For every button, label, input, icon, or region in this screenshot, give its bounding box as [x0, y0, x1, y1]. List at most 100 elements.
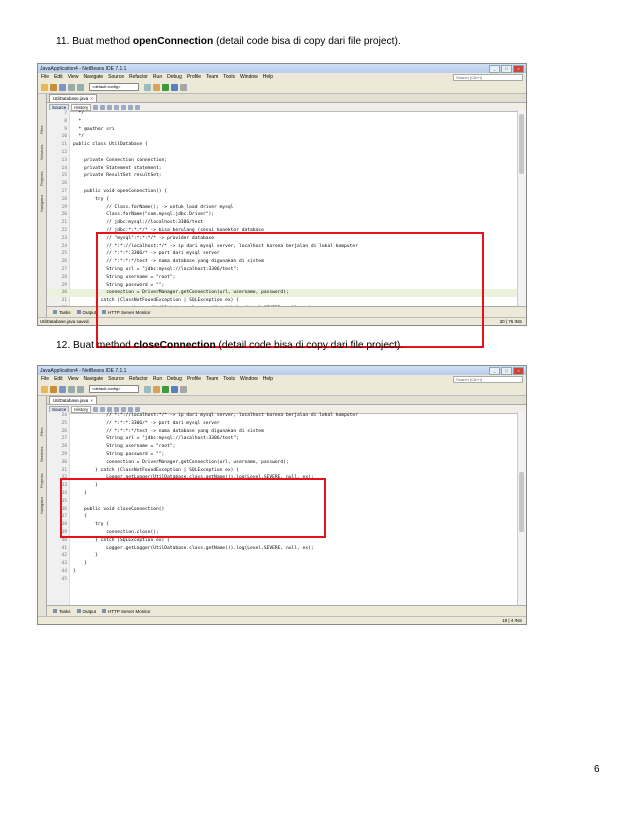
- open-project-icon[interactable]: [50, 385, 57, 393]
- menu-item-view[interactable]: View: [68, 376, 79, 382]
- comment-icon[interactable]: [128, 406, 134, 412]
- tab-tasks[interactable]: Tasks: [53, 609, 71, 614]
- tab-http-monitor[interactable]: HTTP Server Monitor: [102, 609, 150, 614]
- forward-icon[interactable]: [100, 104, 106, 110]
- search-input[interactable]: Search (Ctrl+I): [453, 74, 523, 81]
- file-tab[interactable]: UtilDatabase.java ×: [49, 94, 97, 102]
- menu-item-profile[interactable]: Profile: [187, 74, 201, 80]
- config-select[interactable]: <default config>: [89, 385, 139, 393]
- search-input[interactable]: Search (Ctrl+I): [453, 376, 523, 383]
- config-select[interactable]: <default config>: [89, 83, 139, 91]
- editor-scrollbar[interactable]: [517, 110, 526, 313]
- redo-icon[interactable]: [77, 83, 84, 91]
- tab-tasks[interactable]: Tasks: [53, 310, 71, 315]
- minimize-icon[interactable]: _: [489, 64, 500, 73]
- menu-item-edit[interactable]: Edit: [54, 74, 63, 80]
- menu-item-file[interactable]: File: [41, 74, 49, 80]
- side-tab-files[interactable]: Files: [39, 428, 44, 436]
- profile-icon[interactable]: [180, 385, 187, 393]
- clean-build-icon[interactable]: [153, 83, 160, 91]
- minimize-icon[interactable]: _: [489, 366, 500, 375]
- code-line[interactable]: 24 // *:*://localhost:*/* -> ip dari mys…: [47, 412, 518, 420]
- new-project-icon[interactable]: [41, 83, 48, 91]
- forward-icon[interactable]: [100, 406, 106, 412]
- save-all-icon[interactable]: [59, 83, 66, 91]
- menu-item-run[interactable]: Run: [153, 376, 162, 382]
- file-tab[interactable]: UtilDatabase.java ×: [49, 396, 97, 404]
- menu-item-view[interactable]: View: [68, 74, 79, 80]
- build-icon[interactable]: [144, 83, 151, 91]
- code-line[interactable]: 27 String url = "jdbc:mysql://localhost:…: [47, 435, 518, 443]
- open-project-icon[interactable]: [50, 83, 57, 91]
- debug-icon[interactable]: [171, 385, 178, 393]
- comment-icon[interactable]: [128, 104, 134, 110]
- code-line[interactable]: 7 */: [47, 110, 518, 118]
- menu-item-source[interactable]: Source: [108, 376, 124, 382]
- close-tab-icon[interactable]: ×: [90, 96, 93, 101]
- menu-item-run[interactable]: Run: [153, 74, 162, 80]
- code-line[interactable]: 17 public void openConnection() {: [47, 188, 518, 196]
- maximize-icon[interactable]: □: [501, 366, 512, 375]
- menu-item-file[interactable]: File: [41, 376, 49, 382]
- code-line[interactable]: 25 // *:*:*:3306/* -> port dari mysql se…: [47, 420, 518, 428]
- side-tab-projects[interactable]: Projects: [39, 474, 44, 488]
- code-line[interactable]: 21 // jdbc:mysql://localhost:3306/test: [47, 219, 518, 227]
- side-tab-navigator[interactable]: Navigator: [39, 195, 44, 212]
- run-icon[interactable]: [162, 83, 169, 91]
- code-line[interactable]: 15 private ResultSet resultSet;: [47, 172, 518, 180]
- menu-item-help[interactable]: Help: [263, 74, 273, 80]
- menu-item-team[interactable]: Team: [206, 74, 218, 80]
- debug-icon[interactable]: [171, 83, 178, 91]
- close-icon[interactable]: ×: [513, 366, 524, 375]
- menu-item-debug[interactable]: Debug: [167, 376, 182, 382]
- side-tab-files[interactable]: Files: [39, 126, 44, 134]
- close-icon[interactable]: ×: [513, 64, 524, 73]
- code-line[interactable]: 20 Class.forName("com.mysql.jdbc.Driver"…: [47, 211, 518, 219]
- code-line[interactable]: 16: [47, 180, 518, 188]
- format-icon[interactable]: [121, 104, 127, 110]
- code-line[interactable]: 9 * @author sri: [47, 126, 518, 134]
- side-tab-services[interactable]: Services: [39, 447, 44, 462]
- scrollbar-thumb[interactable]: [519, 472, 524, 532]
- code-line[interactable]: 11 public class UtilDatabase {: [47, 141, 518, 149]
- menu-item-edit[interactable]: Edit: [54, 376, 63, 382]
- side-tab-navigator[interactable]: Navigator: [39, 497, 44, 514]
- clean-build-icon[interactable]: [153, 385, 160, 393]
- menu-item-tools[interactable]: Tools: [223, 74, 235, 80]
- code-line[interactable]: 30 connection = DriverManager.getConnect…: [47, 459, 518, 467]
- side-tab-projects[interactable]: Projects: [39, 172, 44, 186]
- menu-item-profile[interactable]: Profile: [187, 376, 201, 382]
- code-line[interactable]: 28 String username = "root";: [47, 443, 518, 451]
- code-line[interactable]: 26 // *:*:*:*/test -> nama database yang…: [47, 428, 518, 436]
- tab-output[interactable]: Output: [77, 310, 97, 315]
- code-line[interactable]: 13 private Connection connection;: [47, 157, 518, 165]
- profile-icon[interactable]: [180, 83, 187, 91]
- maximize-icon[interactable]: □: [501, 64, 512, 73]
- code-line[interactable]: 44}: [47, 568, 518, 576]
- undo-icon[interactable]: [68, 385, 75, 393]
- code-line[interactable]: 45: [47, 576, 518, 584]
- code-line[interactable]: 29 String password = "";: [47, 451, 518, 459]
- tab-output[interactable]: Output: [77, 609, 97, 614]
- macro-icon[interactable]: [135, 406, 141, 412]
- toggle-bookmark-icon[interactable]: [114, 104, 120, 110]
- build-icon[interactable]: [144, 385, 151, 393]
- code-line[interactable]: 14 private Statement statement;: [47, 165, 518, 173]
- code-line[interactable]: 31 } catch (ClassNotFoundException | SQL…: [47, 467, 518, 475]
- code-line[interactable]: 42 }: [47, 552, 518, 560]
- menu-item-refactor[interactable]: Refactor: [129, 376, 148, 382]
- code-line[interactable]: 43 }: [47, 560, 518, 568]
- run-icon[interactable]: [162, 385, 169, 393]
- undo-icon[interactable]: [68, 83, 75, 91]
- new-project-icon[interactable]: [41, 385, 48, 393]
- code-line[interactable]: 8 *: [47, 118, 518, 126]
- code-line[interactable]: 10 */: [47, 133, 518, 141]
- menu-item-help[interactable]: Help: [263, 376, 273, 382]
- macro-icon[interactable]: [135, 104, 141, 110]
- save-all-icon[interactable]: [59, 385, 66, 393]
- scrollbar-thumb[interactable]: [519, 114, 524, 174]
- editor-scrollbar[interactable]: [517, 412, 526, 612]
- back-icon[interactable]: [93, 406, 99, 412]
- menu-item-refactor[interactable]: Refactor: [129, 74, 148, 80]
- back-icon[interactable]: [93, 104, 99, 110]
